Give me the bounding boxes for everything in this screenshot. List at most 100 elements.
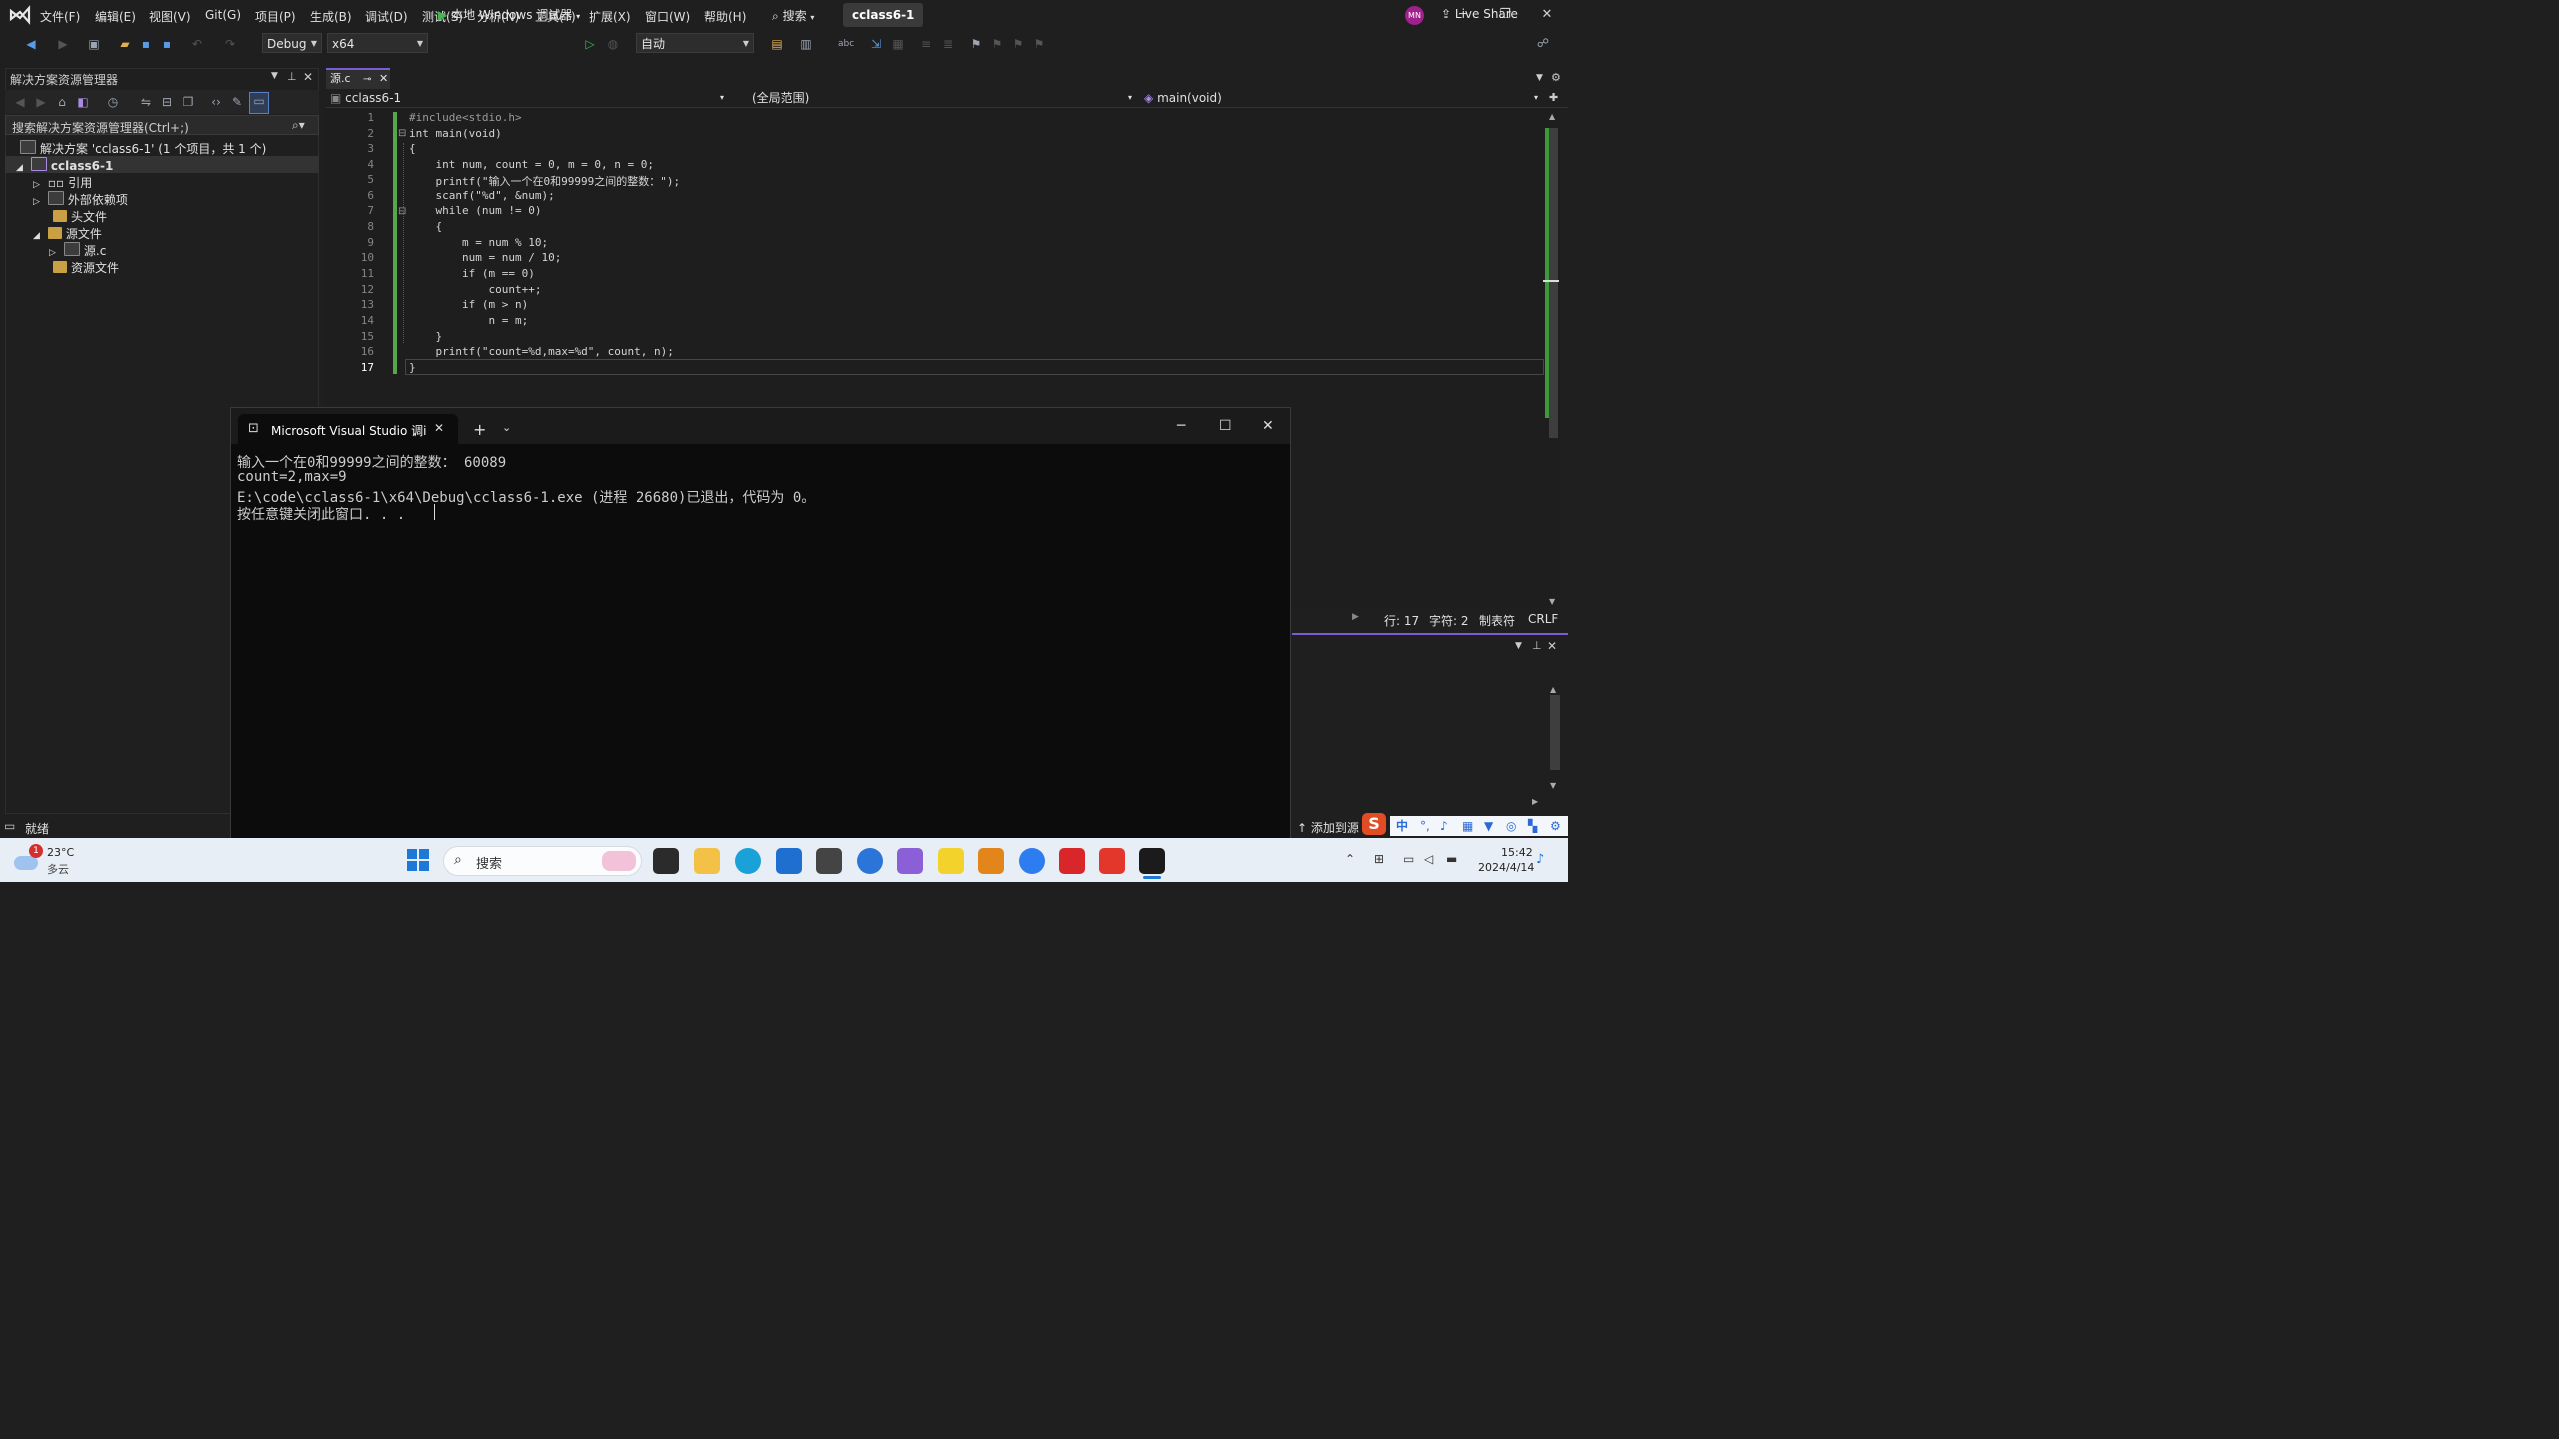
save-icon[interactable]: ▪ [138, 36, 154, 52]
editor-vertical-scrollbar[interactable]: ▲ ▼ [1543, 108, 1560, 608]
new-tab-icon[interactable]: + [473, 420, 486, 439]
store-icon[interactable] [776, 848, 802, 874]
chevron-down-icon[interactable]: ▼ [1515, 641, 1522, 651]
search-menu[interactable]: ⌕ 搜索 ▾ [772, 7, 814, 24]
properties-icon[interactable]: ✎ [229, 94, 245, 110]
collapse-icon[interactable]: ⊟ [398, 128, 406, 139]
menu-edit[interactable]: 编辑(E) [95, 8, 136, 25]
step-icon[interactable]: ⇲ [868, 36, 884, 52]
feedback-icon[interactable]: ☍ [1535, 35, 1551, 51]
windows-start-icon[interactable] [407, 849, 429, 871]
clock-time[interactable]: 15:42 [1501, 846, 1533, 859]
chevron-up-icon[interactable]: ⌃ [1345, 852, 1355, 866]
punctuation-icon[interactable]: °, [1420, 816, 1430, 836]
line-indicator[interactable]: 行: 17 [1384, 612, 1419, 629]
nav-scope-select[interactable]: (全局范围) ▾ [752, 90, 1138, 106]
close-icon[interactable]: ✕ [1547, 639, 1557, 653]
tabs-indicator[interactable]: 制表符 [1479, 612, 1515, 629]
bookmark-next-icon[interactable]: ⚑ [1010, 36, 1026, 52]
chevron-down-icon[interactable]: ⌄ [502, 421, 511, 434]
chevron-down-icon[interactable]: ▼ [1536, 73, 1543, 83]
maximize-icon[interactable]: ☐ [1219, 418, 1232, 434]
bookmark-prev-icon[interactable]: ⚑ [989, 36, 1005, 52]
tree-item-source-c[interactable]: ▷ 源.c [49, 242, 106, 259]
save-all-icon[interactable]: ▪ [159, 36, 175, 52]
visual-studio-logo-icon[interactable] [8, 5, 32, 25]
game-icon[interactable]: ◎ [1506, 816, 1516, 836]
back-icon[interactable]: ◀ [23, 36, 39, 52]
close-icon[interactable]: ✕ [379, 72, 388, 85]
code-icon[interactable]: ‹› [208, 94, 224, 110]
split-icon[interactable]: ✚ [1549, 91, 1558, 104]
bookmark-icon[interactable]: ⚑ [968, 36, 984, 52]
new-project-icon[interactable]: ▣ [86, 36, 102, 52]
scroll-thumb[interactable] [1549, 128, 1558, 438]
home-icon[interactable]: ⌂ [54, 94, 70, 110]
player-icon[interactable] [938, 848, 964, 874]
taskbar-search[interactable]: ⌕ 搜索 [443, 846, 642, 876]
edge-icon[interactable] [735, 848, 761, 874]
keyboard-icon[interactable]: ▦ [1462, 816, 1473, 836]
close-icon[interactable]: ✕ [1538, 6, 1556, 24]
platform-select[interactable]: x64 ▼ [327, 33, 428, 53]
undo-icon[interactable]: ↶ [189, 36, 205, 52]
menu-build[interactable]: 生成(B) [310, 8, 352, 25]
preview-icon[interactable]: ▭ [249, 92, 269, 114]
menu-git[interactable]: Git(G) [205, 8, 241, 22]
menu-debug[interactable]: 调试(D) [365, 8, 408, 25]
add-to-source-control-button[interactable]: ↑ 添加到源 [1297, 819, 1359, 836]
hot-reload-icon[interactable]: ◍ [605, 36, 621, 52]
chevron-down-icon[interactable]: ▼ [271, 71, 278, 81]
start-without-debug-icon[interactable]: ▷ [582, 36, 598, 52]
console-window[interactable] [230, 407, 1291, 882]
weather-widget[interactable]: 1 [14, 844, 43, 872]
show-all-files-icon[interactable]: ❐ [180, 94, 196, 110]
file-explorer-icon[interactable] [694, 848, 720, 874]
layout-icon[interactable]: ▥ [798, 36, 814, 52]
solution-search-input[interactable]: 搜索解决方案资源管理器(Ctrl+;) ⌕▾ [5, 115, 319, 135]
ime-tray-icon[interactable]: ⊞ [1374, 852, 1384, 866]
nav-project-select[interactable]: ▣ cclass6-1 ▾ [330, 90, 730, 106]
notification-icon[interactable]: ♪ [1536, 852, 1544, 867]
tree-item-sources[interactable]: ◢ 源文件 [33, 225, 102, 242]
volume-icon[interactable]: ◁ [1424, 852, 1433, 866]
outdent-icon[interactable]: ≣ [940, 36, 956, 52]
gear-icon[interactable]: ⚙ [1551, 71, 1561, 84]
feishu-icon[interactable] [857, 848, 883, 874]
scroll-thumb[interactable] [1550, 695, 1560, 770]
scroll-up-icon[interactable]: ▲ [1549, 112, 1555, 121]
eol-indicator[interactable]: CRLF [1528, 612, 1558, 626]
wps-icon[interactable] [1099, 848, 1125, 874]
close-icon[interactable]: ✕ [303, 70, 313, 84]
nav-function-select[interactable]: ◈ main(void) ▾ [1144, 90, 1544, 106]
scroll-down-icon[interactable]: ▼ [1549, 597, 1555, 606]
tree-item-headers[interactable]: 头文件 [53, 208, 107, 225]
indent-icon[interactable]: ≡ [918, 36, 934, 52]
auto-select[interactable]: 自动 ▼ [636, 33, 754, 53]
tab-source-c[interactable]: 源.c ⊸ ✕ [326, 68, 390, 89]
format-icon[interactable]: ▦ [890, 36, 906, 52]
settings-icon[interactable]: ⚙ [1550, 816, 1561, 836]
task-view-icon[interactable] [653, 848, 679, 874]
tree-item-references[interactable]: ▷ ▫▫ 引用 [33, 174, 92, 191]
pin-icon[interactable]: ⊥ [287, 70, 297, 83]
menu-extensions[interactable]: 扩展(X) [589, 8, 631, 25]
menu-help[interactable]: 帮助(H) [704, 8, 746, 25]
start-debug-button[interactable]: ▶ 本地 Windows 调试器 ▾ [438, 6, 580, 23]
pin-icon[interactable]: ⊥ [1532, 639, 1542, 652]
scroll-up-icon[interactable]: ▲ [1550, 685, 1556, 694]
ime-mode[interactable]: 中 [1396, 816, 1408, 836]
menu-file[interactable]: 文件(F) [40, 8, 80, 25]
toolbox-icon[interactable]: ▚ [1528, 816, 1537, 836]
scroll-right-icon[interactable]: ▶ [1532, 797, 1538, 806]
forward-icon[interactable]: ▶ [55, 36, 71, 52]
menu-project[interactable]: 项目(P) [255, 8, 296, 25]
slides-icon[interactable] [978, 848, 1004, 874]
pending-changes-icon[interactable]: ◷ [105, 94, 121, 110]
bookmark-clear-icon[interactable]: ⚑ [1031, 36, 1047, 52]
skin-icon[interactable]: ▼ [1484, 816, 1493, 836]
avatar[interactable]: MN [1405, 6, 1424, 25]
console-tab[interactable]: ⊡ Microsoft Visual Studio 调i ✕ [238, 414, 458, 444]
network-icon[interactable]: ▭ [1403, 852, 1414, 866]
scroll-down-icon[interactable]: ▼ [1550, 781, 1556, 790]
